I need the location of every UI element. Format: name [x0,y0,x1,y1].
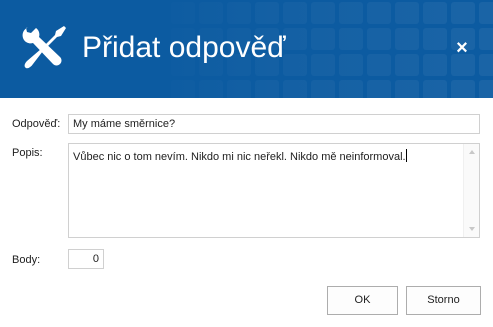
dialog-header: Přidat odpověď × [0,0,493,98]
ok-button[interactable]: OK [327,286,398,315]
cancel-button[interactable]: Storno [406,286,481,315]
description-label: Popis: [12,147,43,159]
scroll-up-icon[interactable] [469,150,475,154]
add-answer-dialog: Přidat odpověď × Odpověď: Popis: Vůbec n… [0,0,493,327]
text-caret [405,149,407,162]
scroll-down-icon[interactable] [469,227,475,231]
close-icon[interactable]: × [450,36,474,60]
points-input[interactable] [68,249,104,269]
description-text: Vůbec nic o tom nevím. Nikdo mi nic neře… [73,151,406,163]
tools-icon [22,26,66,69]
description-textarea[interactable]: Vůbec nic o tom nevím. Nikdo mi nic neře… [68,143,480,238]
answer-label: Odpověď: [12,118,61,130]
answer-input[interactable] [68,114,480,134]
dialog-title: Přidat odpověď [82,31,286,64]
vertical-scrollbar[interactable] [463,144,479,237]
points-label: Body: [12,254,41,266]
